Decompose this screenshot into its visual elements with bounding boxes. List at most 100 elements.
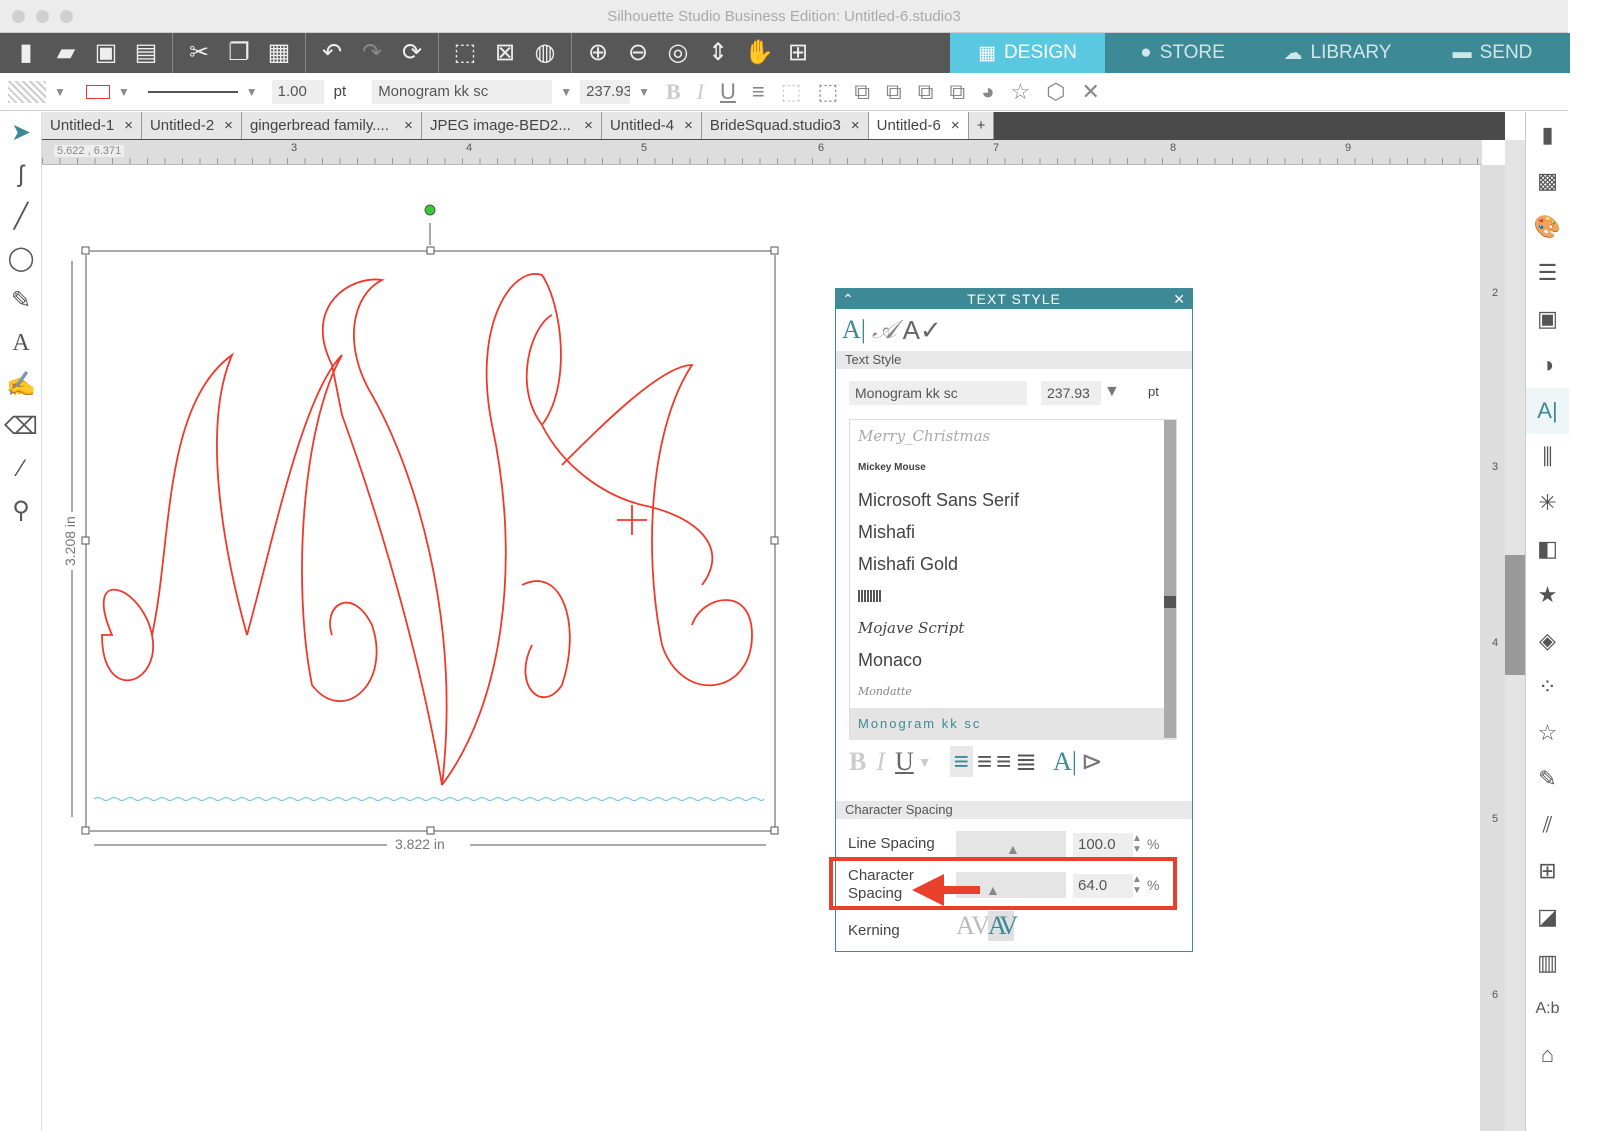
eyedropper-tool-icon[interactable]: ⚲ [0,490,42,532]
close-tab-icon[interactable]: × [124,112,133,139]
new-file-icon[interactable]: ▮ [12,39,40,67]
gradient-icon[interactable]: ◑ [1526,342,1569,388]
ellipse-tool-icon[interactable]: ◯ [0,238,42,280]
zoom-window-button[interactable] [60,10,73,23]
edit-points-tool-icon[interactable]: ʃ [0,154,42,196]
tab-untitled-1[interactable]: Untitled-1 × [42,112,142,139]
weld-icon[interactable]: ◕ [973,79,1002,105]
fit-to-page-icon[interactable]: ⊞ [784,39,812,67]
text-style-tab-icon[interactable]: A| [842,315,866,345]
align-icon[interactable]: ⫼ [1526,434,1569,480]
text-to-path-icon[interactable]: A:b [1526,986,1569,1032]
select-all-icon[interactable]: ⬚ [451,39,479,67]
modify-icon[interactable]: ★ [1526,572,1569,618]
align-right-icon[interactable]: ≡ [996,746,1011,777]
font-size-input[interactable]: 237.93 [580,79,631,104]
underline-icon[interactable]: U [895,747,914,777]
print-icon[interactable]: ▤ [132,39,160,67]
select-by-color-icon[interactable]: ◍ [531,39,559,67]
collapse-icon[interactable]: ⌃ [842,289,855,309]
line-width-input[interactable]: 1.00 [271,79,324,104]
font-name-input[interactable]: Monogram kk sc [849,381,1027,405]
font-tab-icon[interactable]: 𝒜 [872,315,897,346]
font-item[interactable]: Mickey Mouse [850,452,1176,484]
fill-pattern-swatch[interactable] [8,80,46,103]
horizontal-text-icon[interactable]: A| [1053,747,1077,777]
bold-icon[interactable]: B [849,747,866,777]
mode-design[interactable]: ▦ DESIGN [950,33,1105,73]
justify-icon[interactable]: ≣ [1015,746,1037,777]
replicate-icon[interactable]: ◧ [1526,526,1569,572]
redraw-icon[interactable]: ⟳ [398,39,426,67]
chevron-down-icon[interactable]: ▼ [630,85,658,99]
knife-tool-icon[interactable]: ∕ [0,448,42,490]
minimize-window-button[interactable] [36,10,49,23]
line-spacing-slider[interactable]: ▲ [956,831,1066,857]
align-left-icon[interactable]: ≡ [949,746,973,777]
font-item[interactable]: Mishafi [850,516,1176,548]
font-item[interactable]: Mojave Script [850,612,1176,644]
sketch-icon[interactable]: ✎ [1526,756,1569,802]
font-size-dropdown-icon[interactable]: ▼ [1104,383,1120,401]
send-backward-icon[interactable]: ⧉ [941,79,973,105]
tab-untitled-4[interactable]: Untitled-4 × [601,112,702,139]
mode-library[interactable]: ☁ LIBRARY [1260,33,1415,73]
trace-icon[interactable]: ⁘ [1526,664,1569,710]
3d-cubes-icon[interactable]: ⬡ [1038,79,1073,105]
close-window-button[interactable] [12,10,25,23]
text-style-icon[interactable]: A| [1526,388,1569,434]
cut-icon[interactable]: ✂ [185,39,213,67]
font-size-input[interactable]: 237.93 [1041,381,1101,405]
hand-icon[interactable]: ✋ [744,39,774,67]
zoom-select-icon[interactable]: ◎ [664,39,692,67]
chevron-down-icon[interactable]: ▼ [110,85,138,99]
tab-jpeg-image[interactable]: JPEG image-BED2... × [421,112,602,139]
design-canvas[interactable] [42,165,1480,1131]
chevron-down-icon[interactable]: ▼ [238,85,266,99]
bold-icon[interactable]: B [658,79,689,105]
copy-icon[interactable]: ❐ [225,39,253,67]
chevron-down-icon[interactable]: ▼ [46,85,74,99]
close-tab-icon[interactable]: × [224,112,233,139]
offset-icon[interactable]: ◈ [1526,618,1569,664]
paste-icon[interactable]: ▦ [265,39,293,67]
design-store-icon[interactable]: ⌂ [1526,1032,1569,1078]
monogram-outline[interactable] [101,273,753,786]
kerning-off-icon[interactable]: AV [956,911,990,941]
kerning-on-icon[interactable]: AV [988,911,1018,941]
close-tab-icon[interactable]: × [404,112,413,139]
pixscan-icon[interactable]: ▩ [1526,158,1569,204]
offset-star-icon[interactable]: ☆ [1002,79,1038,105]
font-item[interactable]: Mishafi Gold [850,548,1176,580]
italic-icon[interactable]: I [689,79,712,105]
font-item[interactable] [850,580,1176,612]
vertical-text-icon[interactable]: ⊳ [1081,746,1103,777]
tab-bridesquad[interactable]: BrideSquad.studio3 × [701,112,869,139]
mode-store[interactable]: ● STORE [1105,33,1260,73]
font-item-selected[interactable]: Monogram kk sc [850,708,1176,740]
delete-icon[interactable]: ✕ [1073,79,1107,105]
tab-gingerbread[interactable]: gingerbread family.... × [241,112,422,139]
mode-send[interactable]: ▬ SEND [1415,33,1570,73]
rotate-handle[interactable] [424,204,436,216]
sketch-tool-icon[interactable]: ✍ [0,364,42,406]
close-tab-icon[interactable]: × [951,112,960,139]
tab-untitled-6[interactable]: Untitled-6 × [868,112,969,139]
font-item[interactable]: Monaco [850,644,1176,676]
deselect-icon[interactable]: ⊠ [491,39,519,67]
italic-icon[interactable]: I [870,747,891,777]
zoom-in-icon[interactable]: ⊕ [584,39,612,67]
line-style-select[interactable] [147,90,238,93]
lattice-icon[interactable]: ⊞ [1526,848,1569,894]
add-tab-button[interactable]: + [968,112,995,139]
redo-icon[interactable]: ↷ [358,39,386,67]
font-select[interactable]: Monogram kk sc [372,79,553,104]
ungroup-icon[interactable]: ⬚ [810,79,847,105]
font-item[interactable]: Mondatte [850,676,1176,708]
pan-arrows-icon[interactable]: ⇕ [704,39,732,67]
scrollbar-thumb[interactable] [1505,555,1525,675]
close-tab-icon[interactable]: × [584,112,593,139]
bring-forward-icon[interactable]: ⧉ [910,79,942,105]
close-tab-icon[interactable]: × [851,112,860,139]
font-item[interactable]: Merry_Christmas [850,420,1176,452]
